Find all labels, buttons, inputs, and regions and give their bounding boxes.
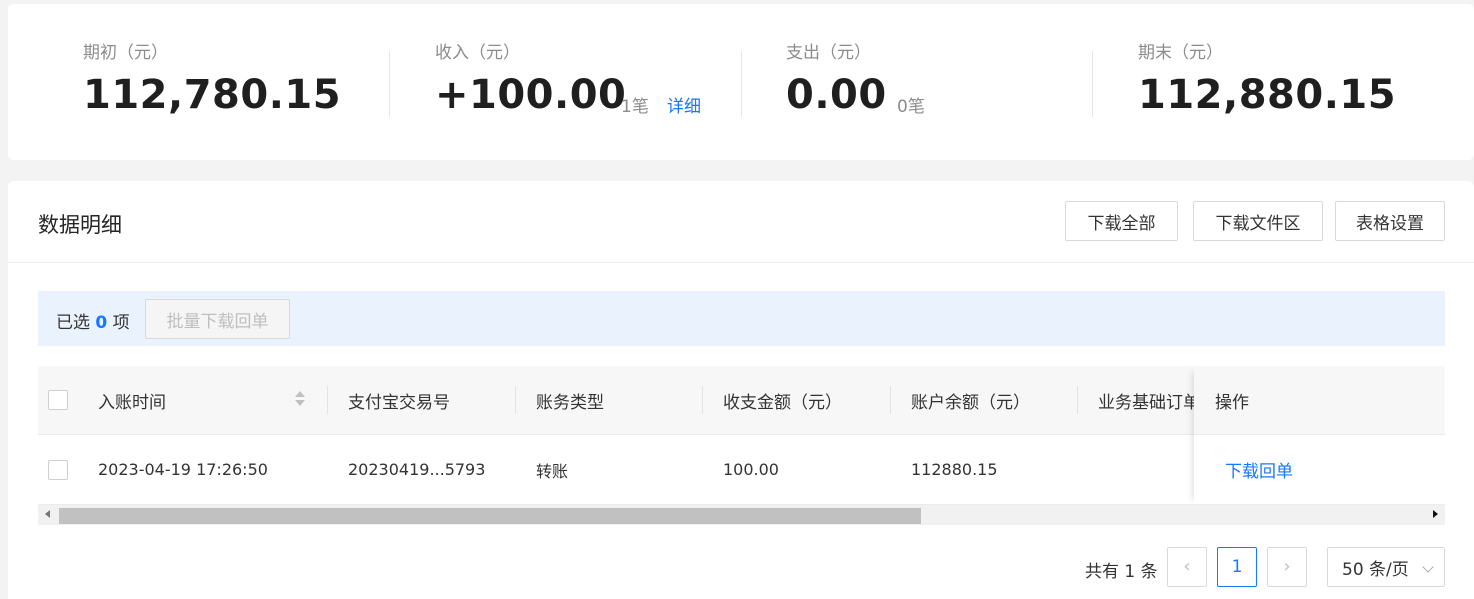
cell-balance: 112880.15 [911, 460, 998, 479]
column-header-time[interactable]: 入账时间 [98, 366, 288, 434]
column-separator [890, 386, 891, 414]
sort-icon[interactable] [294, 391, 306, 411]
column-header-type: 账务类型 [536, 392, 604, 413]
cell-trade-no: 20230419...5793 [348, 460, 486, 479]
select-all-cell [38, 366, 88, 434]
scroll-left-icon[interactable] [45, 510, 50, 518]
column-header-amount: 收支金额（元） [723, 392, 842, 413]
income-label: 收入（元） [435, 43, 520, 63]
download-receipt-link[interactable]: 下载回单 [1225, 435, 1425, 504]
column-header-balance: 账户余额（元） [911, 392, 1030, 413]
column-header-trade-no: 支付宝交易号 [348, 392, 450, 413]
column-separator [327, 386, 328, 414]
row-select-cell [38, 435, 88, 504]
divider [389, 51, 390, 117]
select-all-checkbox[interactable] [48, 390, 68, 410]
income-count: 1笔 [621, 97, 649, 117]
income-value: +100.00 [435, 72, 627, 118]
column-separator [702, 386, 703, 414]
chevron-left-icon: ‹ [1183, 556, 1191, 577]
divider [1092, 51, 1093, 117]
batch-download-button[interactable]: 批量下载回单 [145, 299, 290, 339]
download-all-button[interactable]: 下载全部 [1065, 201, 1178, 241]
row-checkbox[interactable] [48, 459, 68, 480]
cell-time: 2023-04-19 17:26:50 [98, 460, 268, 479]
page-size-select[interactable]: 50 条/页 [1327, 547, 1445, 587]
horizontal-scrollbar[interactable] [38, 505, 1445, 525]
expense-value: 0.00 [786, 72, 887, 118]
page-number-button[interactable]: 1 [1217, 547, 1257, 587]
pagination-total: 共有 1 条 [1085, 562, 1158, 582]
chevron-down-icon [1422, 561, 1434, 573]
scrollbar-thumb[interactable] [59, 508, 921, 524]
column-separator [515, 386, 516, 414]
chevron-right-icon: › [1283, 556, 1291, 577]
cell-type: 转账 [536, 461, 569, 481]
fixed-action-column: 操作 下载回单 [1194, 366, 1445, 505]
divider [741, 51, 742, 117]
action-header-cell: 操作 [1194, 366, 1445, 435]
cell-amount: 100.00 [723, 460, 779, 479]
opening-label: 期初（元） [83, 43, 168, 63]
selection-count: 0 [95, 313, 108, 333]
expense-count: 0笔 [897, 97, 925, 117]
selection-suffix: 项 [112, 313, 130, 333]
scroll-right-icon[interactable] [1433, 510, 1438, 518]
opening-value: 112,780.15 [83, 72, 342, 118]
page-size-value: 50 条/页 [1342, 559, 1409, 580]
section-title: 数据明细 [38, 213, 122, 237]
selection-prefix: 已选 [56, 313, 90, 333]
expense-label: 支出（元） [786, 43, 871, 63]
column-header-order-no: 业务基础订单号 [1098, 392, 1198, 413]
cell-order-no [1098, 435, 1198, 504]
data-table: 入账时间 支付宝交易号 账务类型 收支金额（元） 账户余额（元） 业务基础订单号… [38, 366, 1445, 526]
closing-label: 期末（元） [1138, 43, 1223, 63]
selection-text: 已选 0 项 [56, 308, 130, 333]
income-detail-link[interactable]: 详细 [667, 92, 701, 117]
action-cell: 下载回单 [1194, 435, 1445, 505]
download-files-button[interactable]: 下载文件区 [1193, 201, 1323, 241]
detail-card: 数据明细 下载全部 下载文件区 表格设置 已选 0 项 批量下载回单 入账时间 … [8, 181, 1474, 599]
prev-page-button[interactable]: ‹ [1167, 547, 1207, 587]
summary-card: 期初（元） 112,780.15 收入（元） +100.00 1笔 详细 支出（… [8, 4, 1474, 160]
column-separator [1077, 386, 1078, 414]
column-header-action: 操作 [1215, 392, 1249, 413]
selection-bar: 已选 0 项 批量下载回单 [38, 291, 1445, 346]
next-page-button[interactable]: › [1267, 547, 1307, 587]
table-settings-button[interactable]: 表格设置 [1335, 201, 1445, 241]
header-divider [8, 262, 1474, 263]
closing-value: 112,880.15 [1138, 72, 1397, 118]
